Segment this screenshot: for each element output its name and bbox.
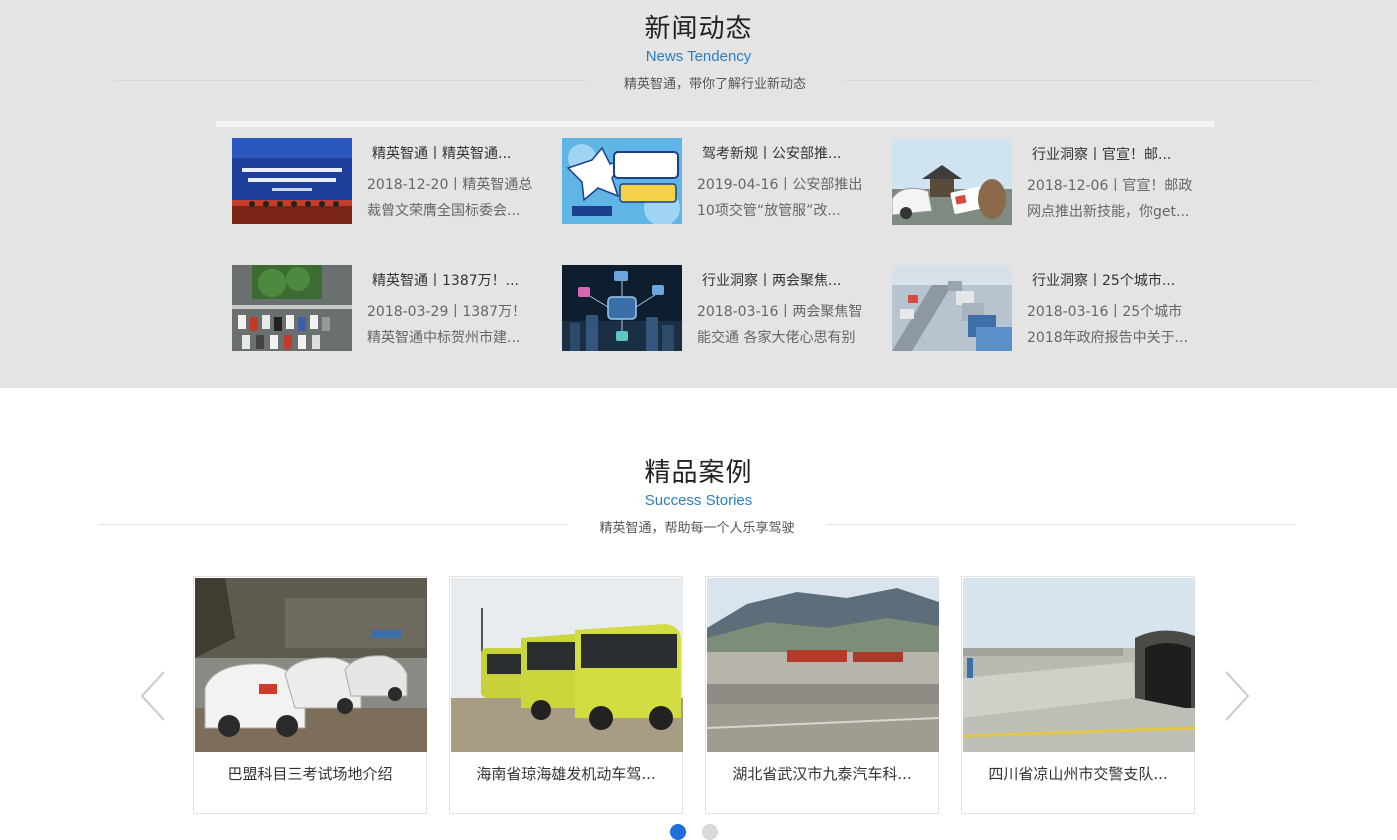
chevron-left-icon xyxy=(140,671,165,721)
carousel-next-button[interactable] xyxy=(1216,668,1256,724)
case-image[interactable] xyxy=(707,578,939,752)
case-card[interactable]: 巴盟科目三考试场地介绍 xyxy=(193,576,427,814)
carousel-prev-button[interactable] xyxy=(134,668,174,724)
news-item-summary: 裁曾文荣膺全国标委会... xyxy=(367,203,521,219)
news-section-tagline: 精英智通，带你了解行业新动态 xyxy=(623,77,806,92)
case-card[interactable]: 四川省凉山州市交警支队... xyxy=(961,576,1195,814)
divider-left xyxy=(98,524,568,525)
news-thumbnail[interactable] xyxy=(892,265,1012,351)
case-label[interactable]: 巴盟科目三考试场地介绍 xyxy=(194,763,426,784)
case-label[interactable]: 四川省凉山州市交警支队... xyxy=(962,763,1194,784)
news-item[interactable]: 行业洞察丨25个城市... 2018-03-16丨25个城市 2018年政府报告… xyxy=(892,265,1212,353)
news-item-title[interactable]: 行业洞察丨两会聚焦... xyxy=(702,270,841,290)
news-thumbnail[interactable] xyxy=(232,265,352,351)
cases-section-subtitle: Success Stories xyxy=(644,492,753,509)
news-item-summary: 精英智通中标贺州市建... xyxy=(367,330,521,346)
news-item[interactable]: 行业洞察丨官宣！邮... 2018-12-06丨官宣！邮政 网点推出新技能，你g… xyxy=(892,139,1212,227)
cases-section-title: 精品案例 xyxy=(644,458,753,488)
case-card[interactable]: 海南省琼海雄发机动车驾... xyxy=(449,576,683,814)
news-item-title[interactable]: 精英智通丨精英智通... xyxy=(372,143,511,163)
chevron-right-icon xyxy=(1225,671,1250,721)
news-item-title[interactable]: 行业洞察丨25个城市... xyxy=(1032,270,1175,290)
divider-left xyxy=(116,80,586,81)
case-card[interactable]: 湖北省武汉市九泰汽车科... xyxy=(705,576,939,814)
news-thumbnail[interactable] xyxy=(232,138,352,224)
pagination-dot[interactable] xyxy=(702,824,718,840)
case-image[interactable] xyxy=(963,578,1195,752)
news-item-date-summary: 2018-03-29丨1387万！ xyxy=(367,304,526,320)
news-item-date-summary: 2018-12-06丨官宣！邮政 xyxy=(1027,178,1193,194)
news-thumbnail[interactable] xyxy=(562,265,682,351)
news-item-summary: 10项交管“放管服”改... xyxy=(697,203,841,219)
news-item-summary: 2018年政府报告中关于... xyxy=(1027,330,1188,346)
cases-section-tagline: 精英智通，帮助每一个人乐享驾驶 xyxy=(599,521,795,536)
case-label[interactable]: 湖北省武汉市九泰汽车科... xyxy=(706,763,938,784)
divider-right xyxy=(826,524,1296,525)
case-label[interactable]: 海南省琼海雄发机动车驾... xyxy=(450,763,682,784)
news-item-summary: 能交通 各家大佬心思有别 xyxy=(697,330,856,346)
news-item[interactable]: 精英智通丨精英智通... 2018-12-20丨精英智通总 裁曾文荣膺全国标委会… xyxy=(232,138,552,226)
news-item-date-summary: 2018-12-20丨精英智通总 xyxy=(367,177,533,193)
news-item-title[interactable]: 驾考新规丨公安部推... xyxy=(702,143,841,163)
news-item[interactable]: 行业洞察丨两会聚焦... 2018-03-16丨两会聚焦智 能交通 各家大佬心思… xyxy=(562,265,882,353)
pagination-dot-active[interactable] xyxy=(670,824,686,840)
news-thumbnail[interactable] xyxy=(892,139,1012,225)
news-divider-bar xyxy=(216,121,1214,127)
divider-right xyxy=(845,80,1315,81)
news-section-subtitle: News Tendency xyxy=(645,48,752,65)
news-thumbnail[interactable] xyxy=(562,138,682,224)
news-item-date-summary: 2019-04-16丨公安部推出 xyxy=(697,177,863,193)
case-image[interactable] xyxy=(451,578,683,752)
news-item-title[interactable]: 行业洞察丨官宣！邮... xyxy=(1032,144,1171,164)
news-item-summary: 网点推出新技能，你get... xyxy=(1027,204,1190,220)
news-item-date-summary: 2018-03-16丨两会聚焦智 xyxy=(697,304,863,320)
case-image[interactable] xyxy=(195,578,427,752)
news-item-date-summary: 2018-03-16丨25个城市 xyxy=(1027,304,1183,320)
news-item[interactable]: 驾考新规丨公安部推... 2019-04-16丨公安部推出 10项交管“放管服”… xyxy=(562,138,882,226)
news-section-title: 新闻动态 xyxy=(644,14,753,44)
news-item-title[interactable]: 精英智通丨1387万！... xyxy=(372,270,519,290)
news-item[interactable]: 精英智通丨1387万！... 2018-03-29丨1387万！ 精英智通中标贺… xyxy=(232,265,552,353)
